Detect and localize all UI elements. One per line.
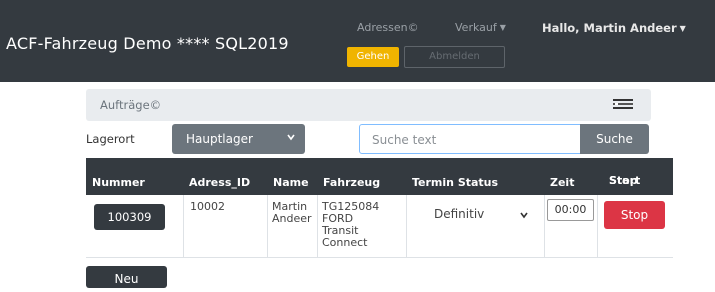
status-select-value: Definitiv [434, 207, 485, 221]
column-divider [183, 195, 184, 257]
time-input[interactable]: 00:00 [547, 199, 594, 221]
column-divider [267, 195, 268, 257]
cell-vehicle: TG125084 FORD Transit Connect [322, 201, 379, 249]
nav-menu-verkauf[interactable]: Verkauf ▼ [455, 21, 506, 34]
cell-name: Martin Andeer [272, 201, 312, 225]
top-navbar: ACF-Fahrzeug Demo **** SQL2019 Adressen©… [0, 0, 715, 82]
th-status-label: Termin Status [412, 176, 499, 189]
order-number-button[interactable]: 100309 [94, 204, 165, 230]
column-divider [317, 195, 318, 257]
th-address-id[interactable]: Adress_ID [183, 158, 267, 195]
breadcrumb: Aufträge© [86, 89, 651, 121]
app-title[interactable]: ACF-Fahrzeug Demo **** SQL2019 [6, 34, 289, 53]
chevron-down-icon [287, 134, 295, 141]
cell-name-last: Andeer [272, 212, 312, 225]
th-name[interactable]: Name [267, 158, 317, 195]
th-stop-label: Stop [609, 174, 638, 187]
caret-down-icon: ▼ [499, 23, 506, 32]
th-name-label: Name [273, 176, 309, 189]
user-menu[interactable]: Hallo, Martin Andeer ▼ [542, 21, 686, 35]
search-field[interactable] [359, 124, 581, 154]
th-vehicle[interactable]: Fahrzeug [317, 158, 389, 195]
storage-label: Lagerort [86, 132, 135, 146]
th-number[interactable]: Nummer [86, 158, 183, 195]
th-address-id-label: Adress_ID [189, 176, 251, 189]
chevron-down-icon [520, 212, 528, 219]
search-button[interactable]: Suche [580, 124, 649, 154]
breadcrumb-orders[interactable]: Aufträge© [100, 98, 161, 112]
go-button[interactable]: Gehen [347, 47, 399, 67]
th-start-stop[interactable]: Start Stop [597, 158, 673, 195]
new-order-button[interactable]: Neu [86, 266, 167, 288]
search-input[interactable] [370, 130, 574, 150]
status-select[interactable]: Definitiv [424, 203, 534, 227]
th-status[interactable]: Termin Status [406, 158, 541, 195]
th-time[interactable]: Zeit [544, 158, 597, 195]
column-divider [597, 195, 598, 257]
storage-select[interactable]: Hauptlager [172, 124, 305, 154]
nav-menu-verkauf-label: Verkauf [455, 21, 497, 34]
stop-button[interactable]: Stop [604, 201, 665, 229]
caret-down-icon: ▼ [679, 24, 686, 33]
list-icon[interactable] [612, 98, 634, 112]
th-vehicle-label: Fahrzeug [323, 176, 381, 189]
table-row: 100309 10002 Martin Andeer TG125084 FORD… [86, 195, 673, 258]
column-divider [544, 195, 545, 257]
column-divider [406, 195, 407, 257]
cell-address-id: 10002 [190, 200, 225, 213]
nav-link-adressen[interactable]: Adressen© [357, 21, 419, 34]
table-header: Nummer Adress_ID Name Fahrzeug Termin St… [86, 158, 673, 195]
cell-vehicle-variant: Connect [322, 236, 368, 249]
storage-select-value: Hauptlager [186, 132, 253, 146]
th-number-label: Nummer [92, 176, 145, 189]
th-time-label: Zeit [550, 176, 575, 189]
user-greeting: Hallo, Martin Andeer [542, 21, 677, 35]
logout-button[interactable]: Abmelden [404, 46, 505, 68]
